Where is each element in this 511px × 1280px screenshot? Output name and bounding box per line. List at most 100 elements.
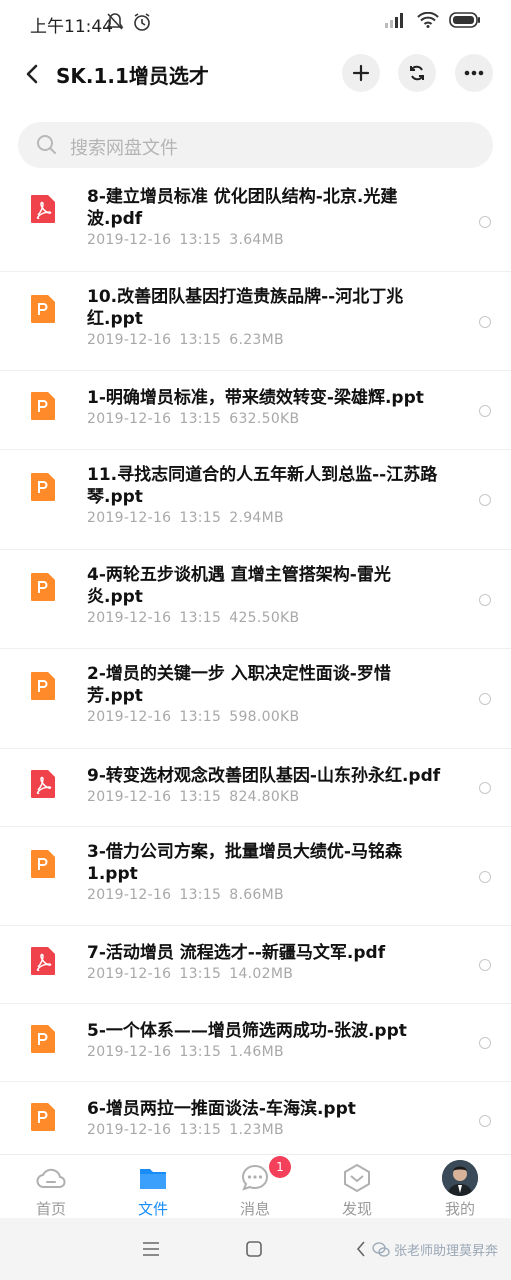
- folder-icon: [140, 1169, 166, 1189]
- file-name-line: 11.寻找志同道合的人五年新人到总监--江苏路: [87, 465, 438, 485]
- home-icon[interactable]: [246, 1241, 262, 1257]
- back-icon[interactable]: [20, 60, 44, 88]
- select-radio[interactable]: [479, 1037, 491, 1049]
- select-radio[interactable]: [479, 216, 491, 228]
- file-meta: 2019-12-16 13:15 824.80KB: [87, 789, 299, 805]
- refresh-button[interactable]: [398, 54, 436, 92]
- menu-icon[interactable]: [142, 1242, 160, 1256]
- select-radio[interactable]: [479, 593, 491, 606]
- file-time: 13:15: [179, 966, 222, 982]
- discover-icon: [344, 1163, 370, 1193]
- file-row[interactable]: 8-建立增员标准 优化团队结构-北京.光建 波.pdf 2019-12-16 13:1…: [0, 172, 511, 272]
- file-time: 13:15: [179, 709, 222, 725]
- battery-icon: [449, 12, 480, 28]
- pdf-file-icon: [31, 947, 55, 975]
- file-date: 2019-12-16: [87, 789, 172, 805]
- file-row[interactable]: 2-增员的关键一步 入职决定性面谈-罗惜 芳.ppt 2019-12-16 13:15…: [0, 649, 511, 749]
- file-meta: 2019-12-16 13:15 6.23MB: [87, 332, 284, 348]
- file-name: 6-增员两拉一推面谈法-车海滨.ppt: [87, 1098, 467, 1120]
- file-row[interactable]: 9-转变选材观念改善团队基因-山东孙永红.pdf 2019-12-16 13:15 8…: [0, 749, 511, 827]
- file-name: 4-两轮五步谈机遇 直增主管搭架构-雷光 炎.ppt: [87, 564, 467, 608]
- tab-home[interactable]: 首页: [11, 1163, 91, 1219]
- tab-bar: 首页 文件 消息 发现 我的: [0, 1154, 511, 1218]
- avatar[interactable]: [442, 1160, 478, 1196]
- tab-discover[interactable]: 发现: [317, 1163, 397, 1219]
- file-name-line: 8-建立增员标准 优化团队结构-北京.光建: [87, 187, 398, 207]
- file-name-line: 6-增员两拉一推面谈法-车海滨.ppt: [87, 1099, 356, 1119]
- file-row[interactable]: 4-两轮五步谈机遇 直增主管搭架构-雷光 炎.ppt 2019-12-16 13:15…: [0, 550, 511, 649]
- select-radio[interactable]: [479, 404, 491, 417]
- more-button[interactable]: [455, 54, 493, 92]
- select-radio[interactable]: [479, 782, 491, 794]
- ppt-file-icon: [31, 473, 55, 501]
- avatar-image: [442, 1160, 478, 1196]
- add-button[interactable]: [342, 54, 380, 92]
- file-time: 13:15: [179, 887, 222, 903]
- refresh-icon: [410, 65, 424, 81]
- file-row[interactable]: 5-一个体系——增员筛选两成功-张波.ppt 2019-12-16 13:15 1.4…: [0, 1004, 511, 1082]
- pdf-file-icon: [31, 770, 55, 798]
- file-row[interactable]: 11.寻找志同道合的人五年新人到总监--江苏路 琴.ppt 2019-12-16 13…: [0, 450, 511, 550]
- watermark: 张老师助理莫昇奔: [372, 1240, 498, 1259]
- ppt-file-icon: [31, 1025, 55, 1053]
- file-date: 2019-12-16: [87, 1122, 172, 1138]
- file-size: 3.64MB: [229, 232, 284, 248]
- file-name-line: 5-一个体系——增员筛选两成功-张波.ppt: [87, 1021, 407, 1041]
- select-radio[interactable]: [479, 693, 491, 705]
- ppt-file-icon: [31, 1103, 55, 1131]
- file-date: 2019-12-16: [87, 966, 172, 982]
- file-date: 2019-12-16: [87, 510, 172, 526]
- file-date: 2019-12-16: [87, 411, 172, 427]
- file-row[interactable]: 6-增员两拉一推面谈法-车海滨.ppt 2019-12-16 13:15 1.23MB: [0, 1082, 511, 1160]
- file-list: 8-建立增员标准 优化团队结构-北京.光建 波.pdf 2019-12-16 13:1…: [0, 172, 511, 1160]
- file-name: 3-借力公司方案，批量增员大绩优-马铭森 1.ppt: [87, 841, 467, 885]
- select-radio[interactable]: [479, 959, 491, 971]
- file-meta: 2019-12-16 13:15 14.02MB: [87, 966, 293, 982]
- file-name-line: 3-借力公司方案，批量增员大绩优-马铭森: [87, 842, 402, 862]
- wechat-icon: [372, 1241, 390, 1257]
- file-name-line: 9-转变选材观念改善团队基因-山东孙永红.pdf: [87, 766, 441, 786]
- file-row[interactable]: 3-借力公司方案，批量增员大绩优-马铭森 1.ppt 2019-12-16 13:15…: [0, 827, 511, 926]
- file-date: 2019-12-16: [87, 332, 172, 348]
- tab-label: 发现: [341, 1200, 372, 1218]
- select-radio[interactable]: [479, 870, 491, 883]
- file-time: 13:15: [179, 789, 222, 805]
- file-row[interactable]: 7-活动增员 流程选才--新疆马文军.pdf 2019-12-16 13:15 14.…: [0, 926, 511, 1004]
- back-nav-icon[interactable]: [356, 1241, 366, 1257]
- file-name-line: 4-两轮五步谈机遇 直增主管搭架构-雷光: [87, 565, 391, 585]
- file-time: 13:15: [179, 411, 222, 427]
- file-meta: 2019-12-16 13:15 632.50KB: [87, 411, 299, 427]
- ppt-file-icon: [31, 672, 55, 700]
- file-meta: 2019-12-16 13:15 425.50KB: [87, 610, 299, 626]
- search-icon: [37, 135, 56, 154]
- tab-label: 首页: [35, 1200, 66, 1218]
- message-icon: [241, 1164, 269, 1191]
- file-name-line: 芳.ppt: [87, 686, 143, 706]
- file-name-line: 1.ppt: [87, 864, 138, 884]
- tab-label: 文件: [137, 1200, 168, 1218]
- tab-files[interactable]: 文件: [113, 1163, 193, 1219]
- select-radio[interactable]: [479, 494, 491, 506]
- file-size: 2.94MB: [229, 510, 284, 526]
- file-size: 6.23MB: [229, 332, 284, 348]
- search-input[interactable]: 搜索网盘文件: [18, 122, 493, 168]
- file-size: 598.00KB: [229, 709, 300, 725]
- page-title: SK.1.1增员选才: [56, 64, 209, 88]
- file-size: 14.02MB: [229, 966, 294, 982]
- file-size: 8.66MB: [229, 887, 284, 903]
- cloud-icon: [36, 1168, 66, 1188]
- file-name: 9-转变选材观念改善团队基因-山东孙永红.pdf: [87, 765, 467, 787]
- file-name: 7-活动增员 流程选才--新疆马文军.pdf: [87, 942, 467, 964]
- select-radio[interactable]: [479, 315, 491, 328]
- file-name-line: 炎.ppt: [87, 587, 143, 607]
- message-badge: 1: [269, 1156, 291, 1178]
- file-name-line: 红.ppt: [87, 309, 143, 329]
- select-radio[interactable]: [479, 1115, 491, 1127]
- file-meta: 2019-12-16 13:15 2.94MB: [87, 510, 284, 526]
- file-date: 2019-12-16: [87, 709, 172, 725]
- file-name: 1-明确增员标准，带来绩效转变-梁雄辉.ppt: [87, 387, 467, 409]
- file-row[interactable]: 10.改善团队基因打造贵族品牌--河北丁兆 红.ppt 2019-12-16 13:1…: [0, 272, 511, 371]
- pdf-file-icon: [31, 195, 55, 223]
- file-name: 8-建立增员标准 优化团队结构-北京.光建 波.pdf: [87, 186, 467, 230]
- file-row[interactable]: 1-明确增员标准，带来绩效转变-梁雄辉.ppt 2019-12-16 13:15 63…: [0, 371, 511, 450]
